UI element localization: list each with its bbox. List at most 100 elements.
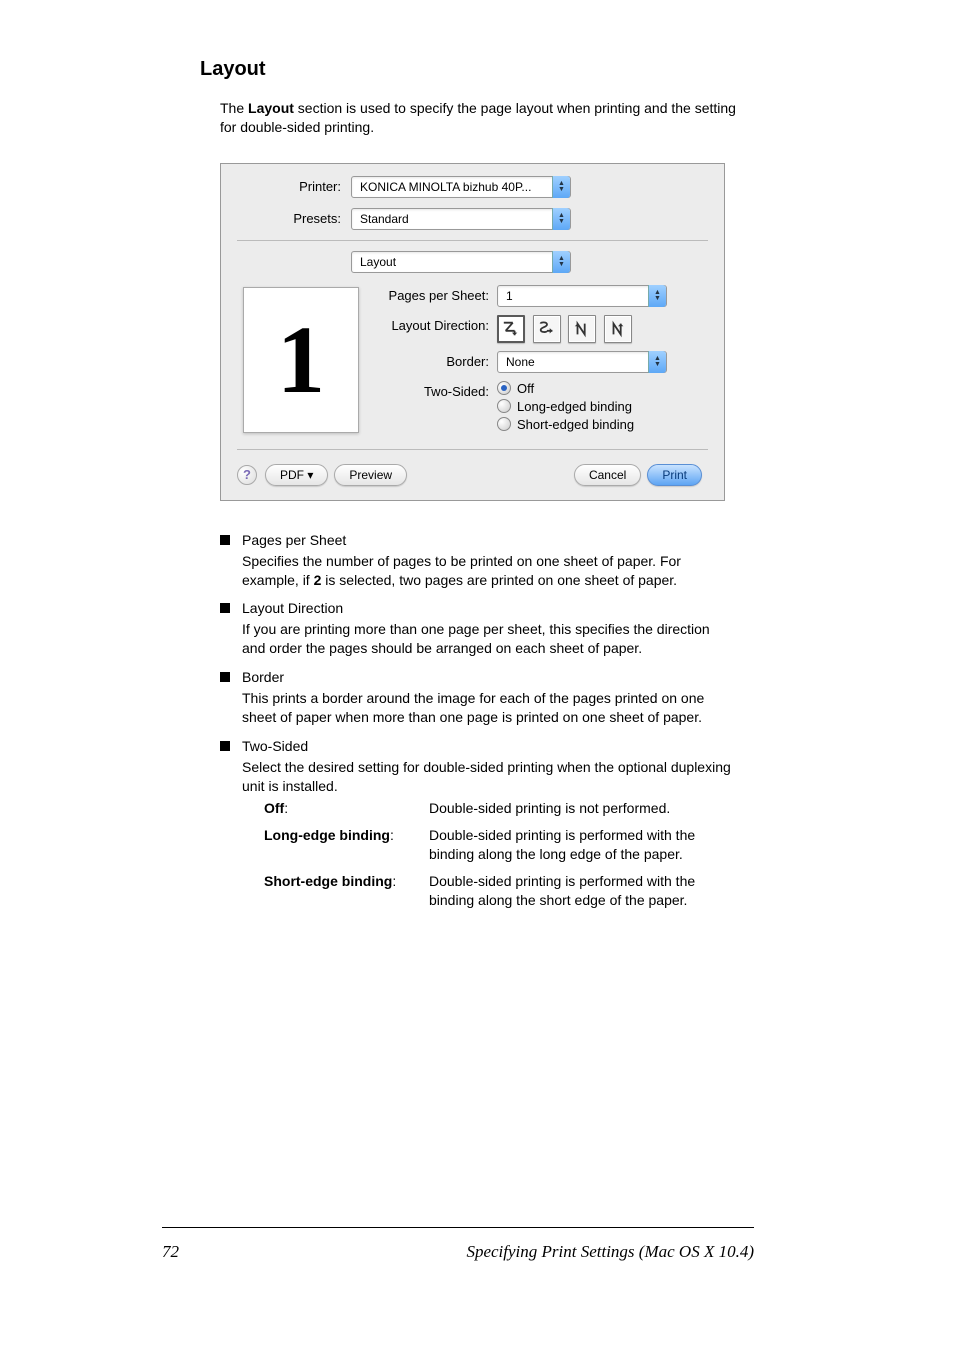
intro-c: section is used to specify the page layo… xyxy=(220,100,736,135)
bullet-item-twosided: Two-Sided Select the desired setting for… xyxy=(220,737,734,918)
document-page: Layout The Layout section is used to spe… xyxy=(0,0,954,1350)
border-select[interactable]: None ▲▼ xyxy=(497,351,667,373)
page-preview: 1 xyxy=(243,287,359,433)
def-val: Double-sided printing is performed with … xyxy=(429,826,734,864)
def-key-short: Short-edge binding xyxy=(264,873,392,889)
twosided-label: Two-Sided: xyxy=(373,381,497,399)
colon: : xyxy=(390,827,394,843)
dialog-separator xyxy=(237,449,708,450)
pane-value: Layout xyxy=(360,255,552,269)
presets-select[interactable]: Standard ▲▼ xyxy=(351,208,571,230)
pdf-button[interactable]: PDF ▾ xyxy=(265,464,328,486)
twosided-off-radio[interactable]: Off xyxy=(497,381,708,396)
updown-icon: ▲▼ xyxy=(552,251,570,273)
bullet-title: Border xyxy=(242,668,734,687)
bullet-title: Pages per Sheet xyxy=(242,531,734,550)
radio-icon xyxy=(497,417,511,431)
intro-b: Layout xyxy=(248,100,294,116)
border-row: Border: None ▲▼ xyxy=(373,351,708,373)
intro-paragraph: The Layout section is used to specify th… xyxy=(220,99,754,137)
direction-label: Layout Direction: xyxy=(373,315,497,333)
page-preview-number: 1 xyxy=(277,304,325,415)
bullet-icon xyxy=(220,535,230,545)
dialog-separator xyxy=(237,240,708,241)
bullet-text: Specifies the number of pages to be prin… xyxy=(242,552,734,590)
bullet-title: Two-Sided xyxy=(242,737,734,756)
help-button[interactable]: ? xyxy=(237,465,257,485)
pps-value: 1 xyxy=(506,289,648,303)
bullet-body: Layout Direction If you are printing mor… xyxy=(242,599,734,658)
twosided-short-text: Short-edged binding xyxy=(517,417,634,432)
direction-n-icon[interactable] xyxy=(604,315,632,343)
printer-row: Printer: KONICA MINOLTA bizhub 40P... ▲▼ xyxy=(237,176,708,198)
def-val: Double-sided printing is not performed. xyxy=(429,799,670,818)
bullet-body: Border This prints a border around the i… xyxy=(242,668,734,727)
updown-icon: ▲▼ xyxy=(648,285,666,307)
twosided-short-radio[interactable]: Short-edged binding xyxy=(497,417,708,432)
twosided-off-text: Off xyxy=(517,381,534,396)
bullet-icon xyxy=(220,672,230,682)
cancel-button[interactable]: Cancel xyxy=(574,464,641,486)
bullet-body: Two-Sided Select the desired setting for… xyxy=(242,737,734,918)
pane-select[interactable]: Layout ▲▼ xyxy=(351,251,571,273)
bullet-text: If you are printing more than one page p… xyxy=(242,620,734,658)
preview-button[interactable]: Preview xyxy=(334,464,407,486)
updown-icon: ▲▼ xyxy=(648,351,666,373)
def-key-off: Off xyxy=(264,800,284,816)
printer-select[interactable]: KONICA MINOLTA bizhub 40P... ▲▼ xyxy=(351,176,571,198)
print-button[interactable]: Print xyxy=(647,464,702,486)
twosided-long-radio[interactable]: Long-edged binding xyxy=(497,399,708,414)
def-key-long: Long-edge binding xyxy=(264,827,390,843)
twosided-options: Off Long-edged binding Short-edged bindi… xyxy=(497,381,708,435)
intro-a: The xyxy=(220,100,248,116)
pps-row: Pages per Sheet: 1 ▲▼ xyxy=(373,285,708,307)
direction-z-icon[interactable] xyxy=(497,315,525,343)
bullet-item-pps: Pages per Sheet Specifies the number of … xyxy=(220,531,734,590)
print-dialog: Printer: KONICA MINOLTA bizhub 40P... ▲▼… xyxy=(220,163,725,501)
colon: : xyxy=(284,800,288,816)
bullet-title: Layout Direction xyxy=(242,599,734,618)
direction-n-mirror-icon[interactable] xyxy=(568,315,596,343)
def-row-long: Long-edge binding: Double-sided printing… xyxy=(264,826,734,864)
pps-select[interactable]: 1 ▲▼ xyxy=(497,285,667,307)
pps-body-c: is selected, two pages are printed on on… xyxy=(321,572,677,588)
pps-label: Pages per Sheet: xyxy=(373,285,497,303)
def-key: Short-edge binding: xyxy=(264,872,429,910)
pane-row: Layout ▲▼ xyxy=(237,251,708,273)
def-key: Off: xyxy=(264,799,429,818)
presets-label: Presets: xyxy=(237,211,351,226)
def-row-off: Off: Double-sided printing is not perfor… xyxy=(264,799,734,818)
updown-icon: ▲▼ xyxy=(552,176,570,198)
bullet-body: Pages per Sheet Specifies the number of … xyxy=(242,531,734,590)
bullet-icon xyxy=(220,741,230,751)
bullet-text: This prints a border around the image fo… xyxy=(242,689,734,727)
bullet-icon xyxy=(220,603,230,613)
direction-buttons xyxy=(497,315,708,343)
layout-controls: Pages per Sheet: 1 ▲▼ Layout Direction: xyxy=(373,283,708,443)
radio-icon xyxy=(497,399,511,413)
colon: : xyxy=(392,873,396,889)
radio-icon xyxy=(497,381,511,395)
dialog-footer: ? PDF ▾ Preview Cancel Print xyxy=(237,464,708,486)
def-val: Double-sided printing is performed with … xyxy=(429,872,734,910)
content-area: Layout The Layout section is used to spe… xyxy=(0,58,954,918)
bullet-list: Pages per Sheet Specifies the number of … xyxy=(220,531,734,918)
layout-body: 1 Pages per Sheet: 1 ▲▼ Layout Dire xyxy=(237,283,708,443)
footer-rule xyxy=(162,1227,754,1228)
bullet-text: Select the desired setting for double-si… xyxy=(242,758,734,796)
border-value: None xyxy=(506,355,648,369)
bullet-item-border: Border This prints a border around the i… xyxy=(220,668,734,727)
footer-title: Specifying Print Settings (Mac OS X 10.4… xyxy=(466,1242,754,1262)
direction-row: Layout Direction: xyxy=(373,315,708,343)
page-number: 72 xyxy=(162,1242,179,1262)
bullet-item-dir: Layout Direction If you are printing mor… xyxy=(220,599,734,658)
direction-s-icon[interactable] xyxy=(533,315,561,343)
section-title: Layout xyxy=(200,58,754,81)
updown-icon: ▲▼ xyxy=(552,208,570,230)
definition-table: Off: Double-sided printing is not perfor… xyxy=(264,799,734,909)
presets-row: Presets: Standard ▲▼ xyxy=(237,208,708,230)
presets-value: Standard xyxy=(360,212,552,226)
printer-label: Printer: xyxy=(237,179,351,194)
twosided-row: Two-Sided: Off Long-edged binding xyxy=(373,381,708,435)
printer-value: KONICA MINOLTA bizhub 40P... xyxy=(360,180,552,194)
